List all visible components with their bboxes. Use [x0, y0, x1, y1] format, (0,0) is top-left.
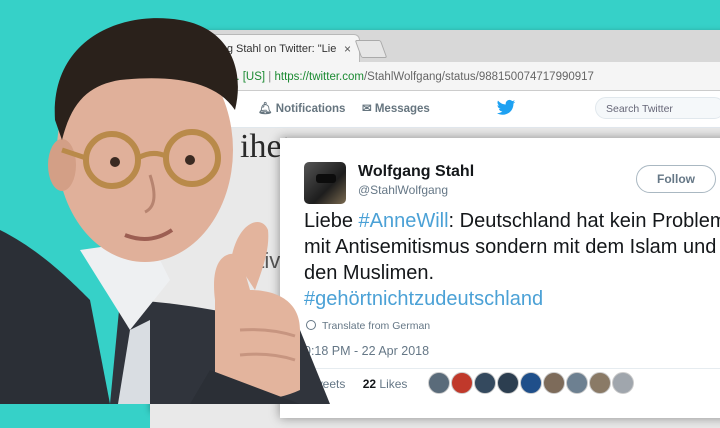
- likes-count: 22: [362, 377, 377, 391]
- tweet-text: Liebe #AnneWill: Deutschland hat kein Pr…: [304, 208, 720, 312]
- person-photo: [0, 18, 330, 404]
- likes-label: Likes: [379, 377, 408, 391]
- liker-avatar[interactable]: [428, 372, 450, 394]
- likes-stat[interactable]: 22 Likes: [363, 377, 408, 391]
- liker-avatar[interactable]: [543, 372, 565, 394]
- search-input[interactable]: Search Twitter: [595, 97, 720, 119]
- liker-avatar[interactable]: [612, 372, 634, 394]
- liker-avatar[interactable]: [497, 372, 519, 394]
- hashtag-annewill[interactable]: #AnneWill: [359, 210, 449, 232]
- hashtag-gehoertnicht[interactable]: #gehörtnichtzudeutschland: [304, 288, 543, 310]
- url-path: /StahlWolfgang/status/988150074717990917: [363, 71, 594, 83]
- liker-avatar[interactable]: [566, 372, 588, 394]
- messages-icon: ✉: [362, 103, 375, 115]
- liker-avatar[interactable]: [520, 372, 542, 394]
- nav-messages[interactable]: ✉ Messages: [362, 101, 430, 115]
- follow-button[interactable]: Follow: [636, 165, 716, 193]
- nav-messages-label: Messages: [374, 103, 430, 115]
- new-tab-button[interactable]: [354, 40, 388, 58]
- close-icon[interactable]: ×: [344, 35, 351, 62]
- translate-label: Translate from German: [322, 320, 431, 332]
- liker-avatar[interactable]: [589, 372, 611, 394]
- liker-avatar[interactable]: [474, 372, 496, 394]
- author-handle[interactable]: @StahlWolfgang: [358, 183, 448, 197]
- author-name[interactable]: Wolfgang Stahl: [358, 163, 474, 181]
- divider: [304, 368, 720, 369]
- tweet-card: Wolfgang Stahl @StahlWolfgang Follow Lie…: [280, 138, 720, 418]
- twitter-bird-icon[interactable]: [496, 99, 516, 117]
- liker-avatar[interactable]: [451, 372, 473, 394]
